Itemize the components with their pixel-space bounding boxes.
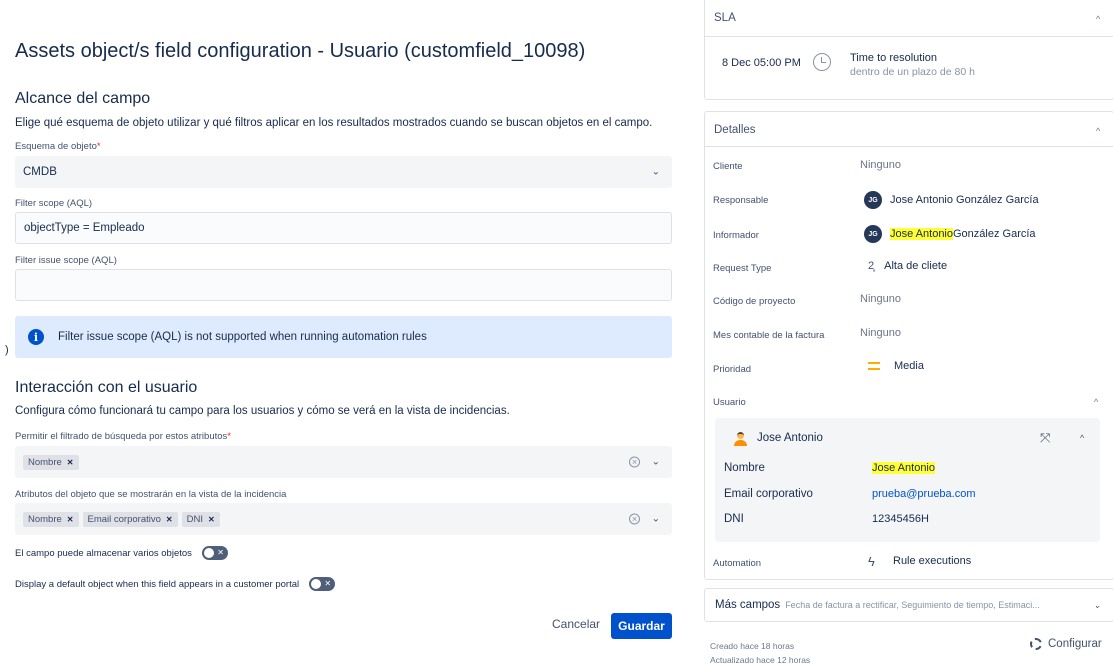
- display-attrs-label: Atributos del objeto que se mostrarán en…: [15, 489, 287, 500]
- attr-value: 12345456H: [872, 513, 929, 525]
- graph-icon[interactable]: ⤧: [1040, 430, 1050, 446]
- remove-tag-icon[interactable]: ✕: [67, 458, 74, 467]
- multi-objects-row: El campo puede almacenar varios objetos …: [15, 546, 228, 560]
- cliente-value[interactable]: Ninguno: [860, 159, 901, 171]
- clock-icon: [813, 53, 831, 71]
- filter-issue-scope-label: Filter issue scope (AQL): [15, 255, 117, 266]
- lightning-icon: ϟ: [868, 554, 875, 569]
- interaction-heading: Interacción con el usuario: [15, 379, 198, 396]
- responsable-label: Responsable: [713, 195, 769, 206]
- highlighted-text: Jose Antonio: [890, 228, 953, 240]
- sla-time: 8 Dec 05:00 PM: [722, 57, 801, 69]
- object-name[interactable]: Jose Antonio: [757, 432, 823, 444]
- remove-tag-icon[interactable]: ✕: [166, 515, 173, 524]
- remove-tag-icon[interactable]: ✕: [67, 515, 74, 524]
- display-attrs-select[interactable]: Nombre ✕ Email corporativo ✕ DNI ✕ ✕ ⌄: [15, 503, 672, 535]
- user-plus-icon: 2̥: [868, 260, 875, 272]
- prioridad-label: Prioridad: [713, 364, 752, 375]
- attr-tag: Email corporativo ✕: [82, 511, 178, 527]
- responsable-value[interactable]: JG Jose Antonio González García: [864, 191, 1039, 209]
- info-icon: i: [28, 329, 44, 345]
- avatar: JG: [864, 225, 882, 243]
- default-object-row: Display a default object when this field…: [15, 577, 336, 591]
- request-type-label: Request Type: [713, 263, 772, 274]
- interaction-description: Configura cómo funcionará tu campo para …: [15, 405, 510, 417]
- attr-key: Nombre: [724, 462, 765, 474]
- remove-tag-icon[interactable]: ✕: [208, 515, 215, 524]
- stray-character: ): [5, 344, 9, 356]
- sla-name: Time to resolution: [850, 52, 938, 64]
- collapse-caret-icon[interactable]: ^: [1094, 397, 1099, 407]
- collapse-caret-icon[interactable]: ^: [1096, 14, 1100, 24]
- schema-select[interactable]: CMDB ⌄: [15, 156, 672, 188]
- attr-tag: Nombre ✕: [23, 454, 79, 470]
- filter-issue-scope-input[interactable]: [15, 269, 672, 301]
- person-icon: [734, 432, 747, 446]
- schema-label: Esquema de objeto*: [15, 141, 101, 152]
- chevron-down-icon[interactable]: ⌄: [652, 457, 660, 468]
- details-heading: Detalles: [714, 124, 756, 136]
- cliente-label: Cliente: [713, 161, 743, 172]
- collapse-caret-icon[interactable]: ^: [1080, 433, 1084, 443]
- save-button[interactable]: Guardar: [611, 613, 672, 639]
- search-attrs-select[interactable]: Nombre ✕ ✕ ⌄: [15, 446, 672, 478]
- mes-value[interactable]: Ninguno: [860, 327, 901, 339]
- usuario-label: Usuario: [713, 397, 746, 408]
- multi-objects-label: El campo puede almacenar varios objetos: [15, 547, 192, 559]
- sla-sub: dentro de un plazo de 80 h: [850, 66, 975, 78]
- scope-heading: Alcance del campo: [15, 90, 151, 107]
- mes-label: Mes contable de la factura: [713, 330, 825, 341]
- attr-key: Email corporativo: [724, 488, 813, 500]
- default-object-label: Display a default object when this field…: [15, 578, 300, 590]
- scope-description: Elige qué esquema de objeto utilizar y q…: [15, 117, 653, 129]
- attr-value: Jose Antonio: [872, 462, 935, 474]
- more-fields-panel[interactable]: Más campos Fecha de factura a rectificar…: [704, 588, 1113, 622]
- info-message: Filter issue scope (AQL) is not supporte…: [58, 331, 427, 343]
- more-fields-label: Más campos: [715, 599, 781, 611]
- clear-icon[interactable]: ✕: [629, 456, 640, 468]
- codigo-value[interactable]: Ninguno: [860, 293, 901, 305]
- chevron-down-icon: ⌄: [651, 166, 660, 178]
- schema-value: CMDB: [23, 166, 57, 178]
- request-type-value[interactable]: 2̥ Alta de cliete: [868, 260, 947, 272]
- prioridad-value[interactable]: Media: [862, 360, 924, 372]
- avatar: JG: [864, 191, 882, 209]
- attr-tag: Nombre ✕: [23, 511, 79, 527]
- multi-objects-toggle[interactable]: ✕: [201, 546, 228, 560]
- codigo-label: Código de proyecto: [713, 296, 796, 307]
- default-object-toggle[interactable]: ✕: [309, 577, 336, 591]
- informador-label: Informador: [713, 230, 759, 241]
- informador-value[interactable]: JG Jose Antonio González García: [864, 225, 1036, 243]
- filter-scope-input[interactable]: objectType = Empleado: [15, 212, 672, 244]
- automation-label: Automation: [713, 558, 762, 569]
- field-config-dialog: Assets object/s field configuration - Us…: [0, 0, 690, 664]
- automation-value[interactable]: Rule executions: [893, 555, 971, 567]
- filter-scope-value: objectType = Empleado: [24, 222, 145, 234]
- chevron-down-icon[interactable]: ⌄: [652, 514, 660, 525]
- clear-icon[interactable]: ✕: [629, 513, 640, 525]
- created-text: Creado hace 18 horas: [710, 641, 795, 651]
- sla-panel: [704, 0, 1113, 100]
- priority-medium-icon: [868, 362, 880, 370]
- dialog-title: Assets object/s field configuration - Us…: [15, 40, 586, 62]
- more-fields-summary: Fecha de factura a rectificar, Seguimien…: [785, 600, 1040, 610]
- info-banner: i Filter issue scope (AQL) is not suppor…: [15, 316, 672, 358]
- attr-tag: DNI ✕: [181, 511, 220, 527]
- gear-icon: [1030, 638, 1042, 650]
- configure-button[interactable]: Configurar: [1030, 638, 1102, 650]
- search-attrs-label: Permitir el filtrado de búsqueda por est…: [15, 431, 231, 442]
- cancel-button[interactable]: Cancelar: [552, 617, 600, 631]
- updated-text: Actualizado hace 12 horas: [710, 655, 811, 664]
- collapse-caret-icon[interactable]: ^: [1096, 126, 1100, 136]
- filter-scope-label: Filter scope (AQL): [15, 198, 93, 209]
- chevron-down-icon: ⌄: [1093, 599, 1101, 610]
- attr-key: DNI: [724, 513, 744, 525]
- attr-value-email[interactable]: prueba@prueba.com: [872, 488, 976, 500]
- sla-heading: SLA: [714, 12, 736, 24]
